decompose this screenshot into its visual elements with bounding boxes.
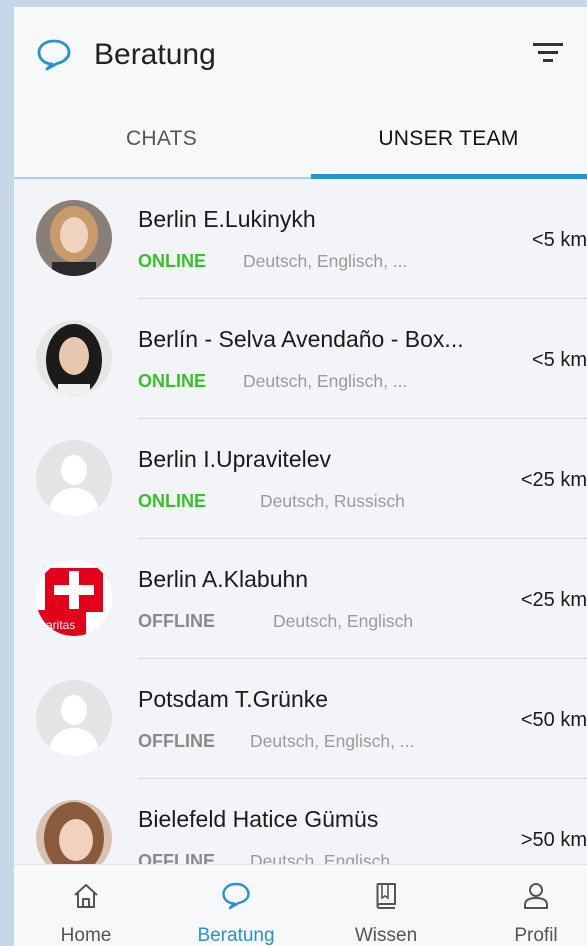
page-title: Beratung	[94, 38, 216, 71]
nav-label: Profil	[514, 925, 558, 946]
status-badge: ONLINE	[138, 251, 207, 271]
bottom-navigation: Home Beratung Wissen Profil	[14, 864, 587, 946]
counselor-row[interactable]: Berlin E.Lukinykh ONLINE Deutsch, Englis…	[14, 179, 587, 299]
home-icon	[74, 884, 98, 908]
status-badge: OFFLINE	[138, 851, 215, 864]
app-screen: Beratung CHATS UNSER TEAM Berlin E.Lukin…	[14, 7, 587, 946]
avatar	[36, 800, 112, 864]
avatar	[36, 320, 112, 396]
counselor-row[interactable]: Bielefeld Hatice Gümüs OFFLINE Deutsch, …	[14, 779, 587, 864]
counselor-row[interactable]: Berlin I.Upravitelev ONLINE Deutsch, Rus…	[14, 419, 587, 539]
counselor-name: Berlín - Selva Avendaño - Box...	[138, 326, 464, 352]
tab-unser-team[interactable]: UNSER TEAM	[310, 99, 587, 179]
counselor-name: Berlin I.Upravitelev	[138, 446, 332, 472]
tab-chats[interactable]: CHATS	[14, 99, 309, 179]
languages: Deutsch, Englisch, ...	[243, 251, 408, 271]
distance: <25 km	[520, 469, 587, 491]
languages: Deutsch, Englisch	[250, 851, 391, 864]
counselor-row[interactable]: Potsdam T.Grünke OFFLINE Deutsch, Englis…	[14, 659, 587, 779]
counselor-list: Berlin E.Lukinykh ONLINE Deutsch, Englis…	[14, 179, 587, 864]
nav-label: Wissen	[354, 925, 418, 946]
avatar	[36, 200, 112, 276]
counselor-name: Bielefeld Hatice Gümüs	[138, 806, 379, 832]
default-user-avatar-icon	[36, 680, 112, 756]
nav-label: Home	[60, 925, 112, 946]
languages: Deutsch, Englisch	[273, 611, 414, 631]
status-badge: ONLINE	[138, 371, 207, 391]
filter-icon[interactable]	[532, 37, 564, 69]
distance: <25 km	[520, 589, 587, 611]
default-user-avatar-icon	[36, 440, 112, 516]
languages: Deutsch, Englisch, ...	[243, 371, 408, 391]
user-icon	[524, 883, 548, 909]
distance: <5 km	[531, 349, 587, 371]
distance: >50 km	[520, 829, 587, 851]
tab-bar: CHATS UNSER TEAM	[14, 99, 587, 179]
nav-label: Beratung	[197, 925, 275, 946]
counselor-name: Berlin E.Lukinykh	[138, 206, 316, 232]
status-badge: ONLINE	[138, 491, 207, 511]
languages: Deutsch, Englisch, ...	[250, 731, 415, 751]
status-badge: OFFLINE	[138, 611, 215, 631]
counselor-name: Potsdam T.Grünke	[138, 686, 329, 712]
distance: <50 km	[520, 709, 587, 731]
languages: Deutsch, Russisch	[260, 491, 405, 511]
nav-wissen[interactable]: Wissen	[344, 865, 428, 946]
counselor-row[interactable]: caritas Berlin A.Klabuhn OFFLINE Deutsch…	[14, 539, 587, 659]
distance: <5 km	[531, 229, 587, 251]
caritas-logo: caritas	[36, 560, 112, 636]
app-bar: Beratung	[14, 7, 587, 99]
chat-bubble-icon	[222, 882, 250, 910]
nav-profil[interactable]: Profil	[494, 865, 578, 946]
book-icon	[376, 883, 396, 909]
nav-beratung[interactable]: Beratung	[180, 865, 292, 946]
counselor-row[interactable]: Berlín - Selva Avendaño - Box... ONLINE …	[14, 299, 587, 419]
svg-text:caritas: caritas	[40, 618, 75, 632]
chat-bubble-icon	[37, 39, 71, 71]
nav-home[interactable]: Home	[44, 865, 128, 946]
status-badge: OFFLINE	[138, 731, 215, 751]
counselor-name: Berlin A.Klabuhn	[138, 566, 309, 592]
